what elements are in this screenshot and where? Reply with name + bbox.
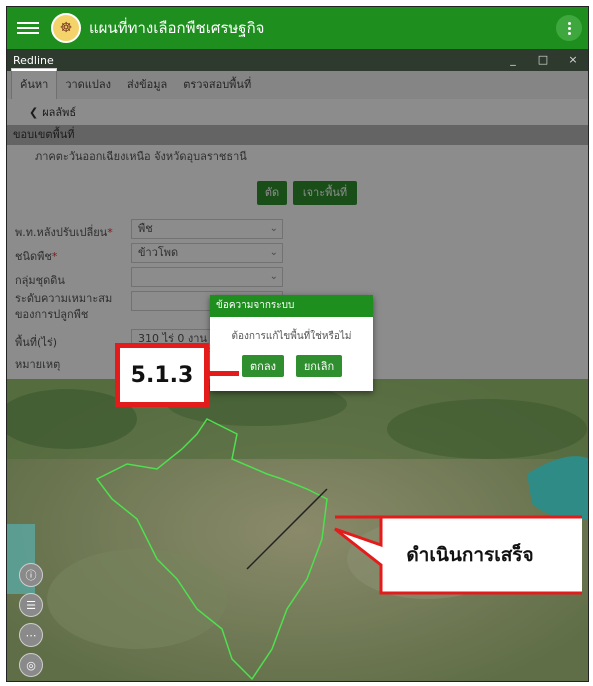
window-titlebar: Redline _ □ ×	[7, 49, 588, 71]
close-icon[interactable]: ×	[558, 49, 588, 71]
step-callout: 5.1.3	[115, 343, 209, 407]
more-icon[interactable]: ⋯	[19, 623, 43, 647]
more-options-icon[interactable]	[556, 15, 582, 41]
menu-icon[interactable]	[17, 22, 39, 34]
info-icon[interactable]: ⓘ	[19, 563, 43, 587]
app-title: แผนที่ทางเลือกพืชเศรษฐกิจ	[89, 19, 265, 37]
layers-icon[interactable]: ☰	[19, 593, 43, 617]
logo-icon: ☸	[51, 13, 81, 43]
locate-icon[interactable]: ◎	[19, 653, 43, 677]
cancel-button[interactable]: ยกเลิก	[296, 355, 342, 377]
dialog-message: ต้องการแก้ไขพื้นที่ใช่หรือไม่	[231, 331, 352, 342]
step-callout-connector	[209, 371, 239, 376]
minimize-icon[interactable]: _	[498, 49, 528, 71]
modal-overlay-top	[7, 71, 588, 169]
ok-button[interactable]: ตกลง	[242, 355, 284, 377]
window-title: Redline	[13, 53, 54, 67]
maximize-icon[interactable]: □	[528, 49, 558, 71]
done-callout-text: ดำเนินการเสร็จ	[406, 544, 534, 566]
dialog-title: ข้อความจากระบบ	[210, 295, 373, 317]
confirm-dialog: ข้อความจากระบบ ต้องการแก้ไขพื้นที่ใช่หรื…	[210, 295, 373, 391]
app-bar: ☸ แผนที่ทางเลือกพืชเศรษฐกิจ	[7, 7, 588, 49]
